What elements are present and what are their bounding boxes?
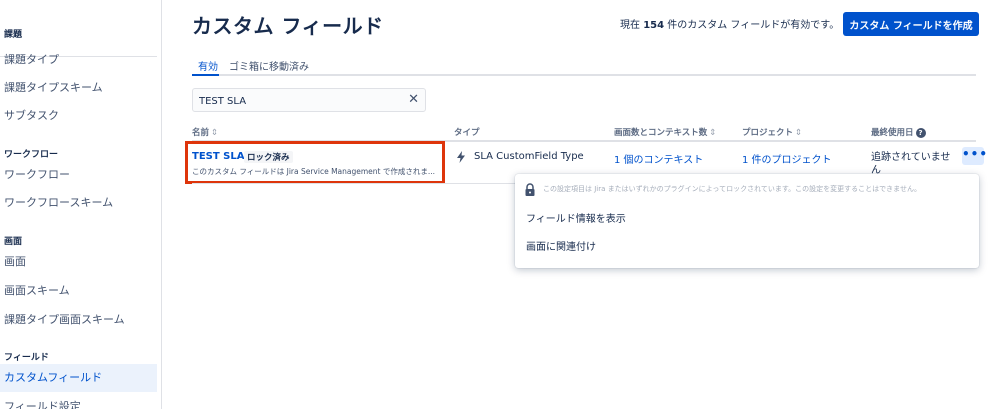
sidebar-item-issue-type-schemes[interactable]: 課題タイプスキーム <box>0 74 157 102</box>
sidebar-item-screens[interactable]: 画面 <box>0 248 157 276</box>
field-description: このカスタム フィールドは Jira Service Management で作… <box>192 167 436 176</box>
search-input[interactable] <box>199 93 399 109</box>
sidebar: 課題 課題タイプ 課題タイプスキーム サブタスク ワークフロー ワークフロー ワ… <box>0 0 162 409</box>
sort-icon: ⇕ <box>795 128 803 138</box>
column-header-name[interactable]: 名前 ⇕ <box>192 126 218 138</box>
tab-active[interactable]: 有効 <box>198 58 218 73</box>
more-icon: ••• <box>962 147 989 161</box>
tab-bar: 有効 ゴミ箱に移動済み <box>192 56 976 76</box>
actions-dropdown-menu: この設定項目は Jira またはいずれかのプラグインによってロックされています。… <box>515 174 979 268</box>
sort-icon: ⇕ <box>709 128 717 138</box>
sidebar-item-issue-types[interactable]: 課題タイプ <box>0 46 157 74</box>
field-name-link[interactable]: TEST SLA <box>192 151 244 162</box>
menu-item-view-field-info[interactable]: フィールド情報を表示 <box>515 207 979 233</box>
field-type: SLA CustomField Type <box>474 151 584 162</box>
sort-icon: ⇕ <box>211 128 219 138</box>
column-header-screens-contexts[interactable]: 画面数とコンテキスト数 ⇕ <box>614 126 716 138</box>
menu-item-associate-screens[interactable]: 画面に関連付け <box>515 235 979 261</box>
sidebar-item-custom-fields[interactable]: カスタムフィールド <box>0 364 157 392</box>
sidebar-section-issues: 課題 <box>4 30 23 40</box>
sidebar-section-workflows: ワークフロー <box>4 150 59 160</box>
lightning-icon <box>457 151 465 163</box>
sidebar-item-issue-type-screen-schemes[interactable]: 課題タイプ画面スキーム <box>0 306 157 334</box>
sidebar-item-workflows[interactable]: ワークフロー <box>0 161 157 189</box>
lock-icon <box>525 183 535 196</box>
close-icon[interactable]: ✕ <box>408 92 419 108</box>
column-header-projects[interactable]: プロジェクト ⇕ <box>742 126 802 138</box>
search-box: ✕ <box>192 88 426 112</box>
locked-badge: ロック済み <box>244 151 293 163</box>
tab-active-indicator <box>192 74 219 76</box>
field-count: 154 <box>643 20 665 31</box>
create-custom-field-button[interactable]: カスタム フィールドを作成 <box>843 12 979 36</box>
sidebar-item-screen-schemes[interactable]: 画面スキーム <box>0 277 157 305</box>
help-icon[interactable]: ? <box>915 127 926 138</box>
column-header-last-used: 最終使用日? <box>871 126 926 138</box>
column-header-type: タイプ <box>454 128 480 138</box>
locked-message: この設定項目は Jira またはいずれかのプラグインによってロックされています。… <box>543 185 921 193</box>
page-title: カスタム フィールド <box>192 14 384 38</box>
sidebar-item-workflow-schemes[interactable]: ワークフロースキーム <box>0 189 157 217</box>
sidebar-section-fields: フィールド <box>4 353 49 363</box>
sidebar-item-field-configurations[interactable]: フィールド設定 <box>0 393 157 409</box>
sidebar-item-subtasks[interactable]: サブタスク <box>0 102 157 130</box>
field-count-text: 現在 154 件のカスタム フィールドが有効です。 <box>620 20 840 31</box>
contexts-link[interactable]: 1 個のコンテキスト <box>614 151 703 166</box>
more-actions-button[interactable]: ••• <box>962 147 987 165</box>
tab-trashed[interactable]: ゴミ箱に移動済み <box>229 58 309 73</box>
highlight-annotation-box <box>185 141 445 184</box>
projects-link[interactable]: 1 件のプロジェクト <box>742 151 832 166</box>
sidebar-section-screens: 画面 <box>4 237 23 247</box>
